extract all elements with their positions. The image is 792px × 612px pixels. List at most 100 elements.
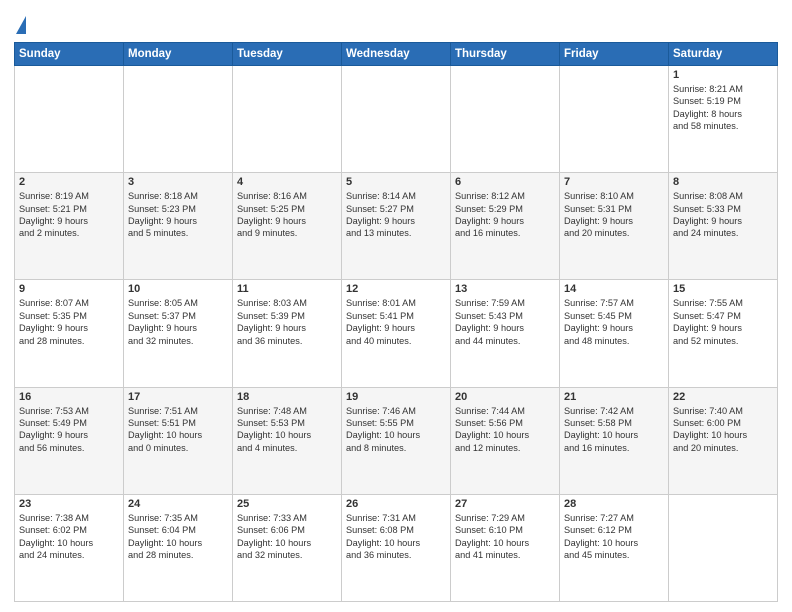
calendar-cell: 2Sunrise: 8:19 AM Sunset: 5:21 PM Daylig… xyxy=(15,173,124,280)
logo xyxy=(14,16,26,36)
day-number: 3 xyxy=(128,176,228,188)
day-number: 25 xyxy=(237,498,337,510)
calendar-cell: 11 Sunrise: 8:03 AM Sunset: 5:39 PM Dayli… xyxy=(233,280,342,387)
calendar-cell: 7 Sunrise: 8:10 AM Sunset: 5:31 PM Daylig… xyxy=(560,173,669,280)
day-info: Sunrise: 7:31 AM Sunset: 6:08 PM Dayligh… xyxy=(346,512,446,562)
day-number: 9 xyxy=(19,283,119,295)
day-info: Sunrise: 7:44 AM Sunset: 5:56 PM Dayligh… xyxy=(455,405,555,455)
calendar-cell xyxy=(560,66,669,173)
day-number: 1 xyxy=(673,69,773,81)
day-number: 21 xyxy=(564,391,664,403)
day-info: Sunrise: 8:12 AM Sunset: 5:29 PM Dayligh… xyxy=(455,190,555,240)
day-info: Sunrise: 8:01 AM Sunset: 5:41 PM Dayligh… xyxy=(346,297,446,347)
day-number: 22 xyxy=(673,391,773,403)
calendar-cell: 21 Sunrise: 7:42 AM Sunset: 5:58 PM Dayli… xyxy=(560,387,669,494)
calendar-cell: 10 Sunrise: 8:05 AM Sunset: 5:37 PM Dayli… xyxy=(124,280,233,387)
calendar-cell: 23Sunrise: 7:38 AM Sunset: 6:02 PM Dayli… xyxy=(15,494,124,601)
logo-triangle-icon xyxy=(16,16,26,34)
day-info: Sunrise: 8:14 AM Sunset: 5:27 PM Dayligh… xyxy=(346,190,446,240)
day-info: Sunrise: 8:07 AM Sunset: 5:35 PM Dayligh… xyxy=(19,297,119,347)
day-number: 19 xyxy=(346,391,446,403)
day-info: Sunrise: 7:55 AM Sunset: 5:47 PM Dayligh… xyxy=(673,297,773,347)
day-number: 11 xyxy=(237,283,337,295)
day-header-sunday: Sunday xyxy=(15,43,124,66)
day-number: 15 xyxy=(673,283,773,295)
header xyxy=(14,12,778,36)
calendar-cell: 9 Sunrise: 8:07 AM Sunset: 5:35 PM Daylig… xyxy=(15,280,124,387)
day-info: Sunrise: 8:16 AM Sunset: 5:25 PM Dayligh… xyxy=(237,190,337,240)
day-header-tuesday: Tuesday xyxy=(233,43,342,66)
day-number: 8 xyxy=(673,176,773,188)
day-number: 14 xyxy=(564,283,664,295)
calendar-cell: 25 Sunrise: 7:33 AM Sunset: 6:06 PM Dayli… xyxy=(233,494,342,601)
calendar-cell: 4Sunrise: 8:16 AM Sunset: 5:25 PM Daylig… xyxy=(233,173,342,280)
calendar-cell: 19 Sunrise: 7:46 AM Sunset: 5:55 PM Dayli… xyxy=(342,387,451,494)
calendar-week-3: 16 Sunrise: 7:53 AM Sunset: 5:49 PM Dayli… xyxy=(15,387,778,494)
calendar-cell: 26 Sunrise: 7:31 AM Sunset: 6:08 PM Dayli… xyxy=(342,494,451,601)
calendar-cell: 1 Sunrise: 8:21 AM Sunset: 5:19 PM Daylig… xyxy=(669,66,778,173)
day-number: 23 xyxy=(19,498,119,510)
calendar-cell: 6Sunrise: 8:12 AM Sunset: 5:29 PM Daylig… xyxy=(451,173,560,280)
day-info: Sunrise: 8:03 AM Sunset: 5:39 PM Dayligh… xyxy=(237,297,337,347)
calendar-cell xyxy=(15,66,124,173)
day-number: 26 xyxy=(346,498,446,510)
calendar-cell xyxy=(233,66,342,173)
calendar-cell: 27 Sunrise: 7:29 AM Sunset: 6:10 PM Dayli… xyxy=(451,494,560,601)
calendar-cell: 12Sunrise: 8:01 AM Sunset: 5:41 PM Dayli… xyxy=(342,280,451,387)
calendar-header-row: SundayMondayTuesdayWednesdayThursdayFrid… xyxy=(15,43,778,66)
day-info: Sunrise: 7:29 AM Sunset: 6:10 PM Dayligh… xyxy=(455,512,555,562)
day-info: Sunrise: 7:27 AM Sunset: 6:12 PM Dayligh… xyxy=(564,512,664,562)
calendar-cell: 8 Sunrise: 8:08 AM Sunset: 5:33 PM Daylig… xyxy=(669,173,778,280)
calendar-week-0: 1 Sunrise: 8:21 AM Sunset: 5:19 PM Daylig… xyxy=(15,66,778,173)
calendar-cell xyxy=(342,66,451,173)
calendar-cell: 16 Sunrise: 7:53 AM Sunset: 5:49 PM Dayli… xyxy=(15,387,124,494)
day-info: Sunrise: 7:51 AM Sunset: 5:51 PM Dayligh… xyxy=(128,405,228,455)
calendar-cell: 14 Sunrise: 7:57 AM Sunset: 5:45 PM Dayli… xyxy=(560,280,669,387)
day-number: 10 xyxy=(128,283,228,295)
day-number: 20 xyxy=(455,391,555,403)
calendar-cell xyxy=(451,66,560,173)
day-info: Sunrise: 7:57 AM Sunset: 5:45 PM Dayligh… xyxy=(564,297,664,347)
day-header-friday: Friday xyxy=(560,43,669,66)
day-info: Sunrise: 8:18 AM Sunset: 5:23 PM Dayligh… xyxy=(128,190,228,240)
calendar-table: SundayMondayTuesdayWednesdayThursdayFrid… xyxy=(14,42,778,602)
day-number: 18 xyxy=(237,391,337,403)
day-number: 27 xyxy=(455,498,555,510)
calendar-week-2: 9 Sunrise: 8:07 AM Sunset: 5:35 PM Daylig… xyxy=(15,280,778,387)
calendar-cell: 5Sunrise: 8:14 AM Sunset: 5:27 PM Daylig… xyxy=(342,173,451,280)
calendar-week-4: 23Sunrise: 7:38 AM Sunset: 6:02 PM Dayli… xyxy=(15,494,778,601)
page: SundayMondayTuesdayWednesdayThursdayFrid… xyxy=(0,0,792,612)
day-header-wednesday: Wednesday xyxy=(342,43,451,66)
day-info: Sunrise: 7:42 AM Sunset: 5:58 PM Dayligh… xyxy=(564,405,664,455)
day-info: Sunrise: 7:53 AM Sunset: 5:49 PM Dayligh… xyxy=(19,405,119,455)
day-number: 7 xyxy=(564,176,664,188)
day-number: 24 xyxy=(128,498,228,510)
calendar-cell: 20 Sunrise: 7:44 AM Sunset: 5:56 PM Dayli… xyxy=(451,387,560,494)
day-info: Sunrise: 7:33 AM Sunset: 6:06 PM Dayligh… xyxy=(237,512,337,562)
day-number: 2 xyxy=(19,176,119,188)
calendar-cell: 22 Sunrise: 7:40 AM Sunset: 6:00 PM Dayli… xyxy=(669,387,778,494)
calendar-cell: 13 Sunrise: 7:59 AM Sunset: 5:43 PM Dayli… xyxy=(451,280,560,387)
day-number: 13 xyxy=(455,283,555,295)
day-info: Sunrise: 8:08 AM Sunset: 5:33 PM Dayligh… xyxy=(673,190,773,240)
day-number: 17 xyxy=(128,391,228,403)
day-info: Sunrise: 8:10 AM Sunset: 5:31 PM Dayligh… xyxy=(564,190,664,240)
day-info: Sunrise: 8:05 AM Sunset: 5:37 PM Dayligh… xyxy=(128,297,228,347)
day-header-monday: Monday xyxy=(124,43,233,66)
calendar-cell: 17 Sunrise: 7:51 AM Sunset: 5:51 PM Dayli… xyxy=(124,387,233,494)
day-number: 16 xyxy=(19,391,119,403)
day-number: 28 xyxy=(564,498,664,510)
day-info: Sunrise: 7:35 AM Sunset: 6:04 PM Dayligh… xyxy=(128,512,228,562)
day-header-thursday: Thursday xyxy=(451,43,560,66)
day-info: Sunrise: 7:48 AM Sunset: 5:53 PM Dayligh… xyxy=(237,405,337,455)
calendar-cell: 3 Sunrise: 8:18 AM Sunset: 5:23 PM Daylig… xyxy=(124,173,233,280)
calendar-week-1: 2Sunrise: 8:19 AM Sunset: 5:21 PM Daylig… xyxy=(15,173,778,280)
day-info: Sunrise: 7:59 AM Sunset: 5:43 PM Dayligh… xyxy=(455,297,555,347)
day-info: Sunrise: 8:21 AM Sunset: 5:19 PM Dayligh… xyxy=(673,83,773,133)
day-info: Sunrise: 7:46 AM Sunset: 5:55 PM Dayligh… xyxy=(346,405,446,455)
calendar-cell xyxy=(124,66,233,173)
day-header-saturday: Saturday xyxy=(669,43,778,66)
day-info: Sunrise: 7:40 AM Sunset: 6:00 PM Dayligh… xyxy=(673,405,773,455)
calendar-cell: 24 Sunrise: 7:35 AM Sunset: 6:04 PM Dayli… xyxy=(124,494,233,601)
calendar-cell: 28 Sunrise: 7:27 AM Sunset: 6:12 PM Dayli… xyxy=(560,494,669,601)
